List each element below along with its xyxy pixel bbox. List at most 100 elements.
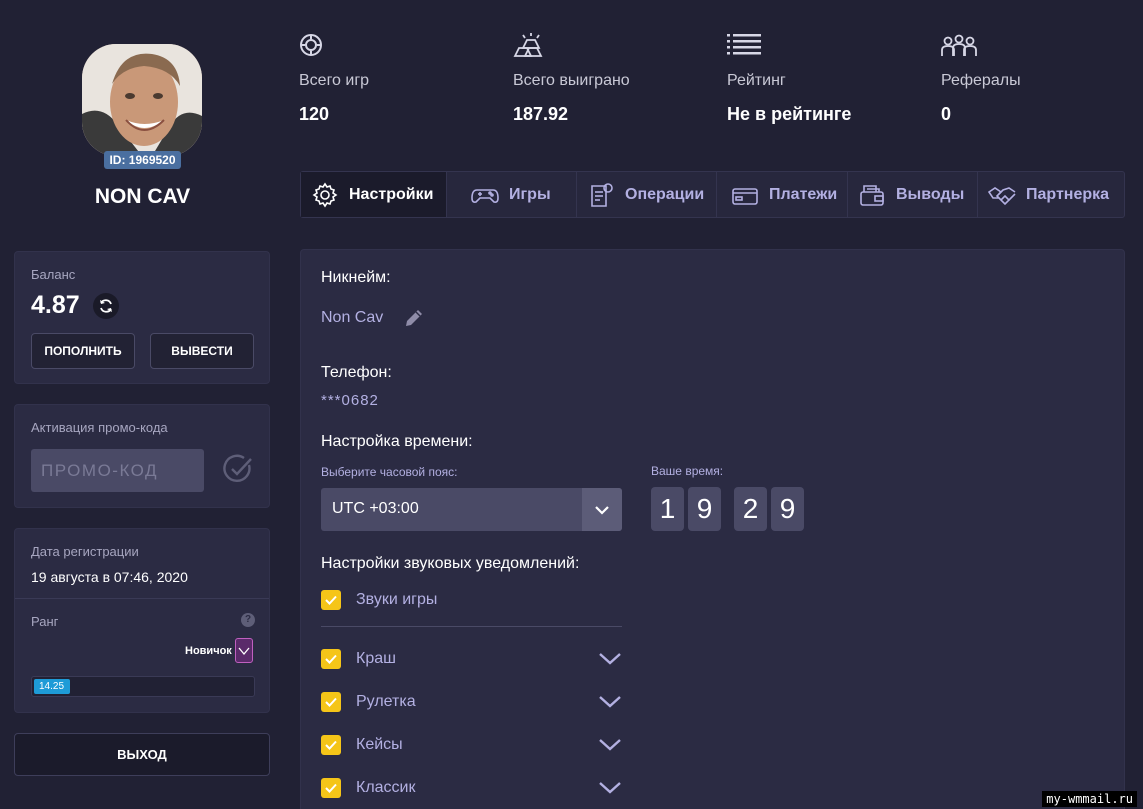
stat-label: Рейтинг: [727, 72, 786, 89]
stat-label: Рефералы: [941, 72, 1021, 89]
logout-button[interactable]: ВЫХОД: [14, 733, 270, 776]
user-info-card: Дата регистрации 19 августа в 07:46, 202…: [14, 528, 270, 713]
refresh-icon: [100, 299, 112, 313]
chevron-down-icon[interactable]: [599, 735, 621, 755]
withdraw-button[interactable]: ВЫВЕСТИ: [150, 333, 254, 369]
time-settings-title: Настройка времени:: [321, 433, 473, 450]
sound-option-label: Звуки игры: [356, 591, 438, 608]
checkbox-checked[interactable]: [321, 692, 341, 712]
stat-label: Всего игр: [299, 72, 370, 89]
stat-label: Всего выиграно: [513, 72, 630, 89]
edit-pencil-icon[interactable]: [403, 307, 425, 329]
checkbox-checked[interactable]: [321, 778, 341, 798]
balance-label: Баланс: [31, 267, 76, 282]
time-digit-minute-tens: 2: [734, 487, 767, 531]
wallet-icon: [732, 187, 758, 205]
stat-total-won: Всего выиграно 187.92: [513, 32, 713, 125]
sound-settings-title: Настройки звуковых уведомлений:: [321, 555, 580, 572]
checkbox-checked[interactable]: [321, 590, 341, 610]
chevron-down-icon: [582, 488, 622, 531]
sound-option-cases[interactable]: Кейсы: [321, 734, 621, 756]
balance-card: Баланс 4.87 ПОПОЛНИТЬ ВЫВЕСТИ: [14, 251, 270, 384]
tab-partners[interactable]: Партнерка: [978, 172, 1124, 217]
sound-option-label: Краш: [356, 650, 396, 667]
gear-icon: [312, 182, 338, 207]
watermark: my-wmmail.ru: [1042, 791, 1137, 807]
avatar-image: [82, 44, 202, 156]
sound-option-label: Классик: [356, 779, 416, 796]
promo-card: Активация промо-кода: [14, 404, 270, 508]
tab-withdrawals[interactable]: Выводы: [848, 172, 978, 217]
time-digit-hour-ones: 9: [688, 487, 721, 531]
user-id-badge: ID: 1969520: [104, 151, 181, 169]
stat-value: 187.92: [513, 104, 569, 124]
sound-option-crash[interactable]: Краш: [321, 648, 621, 670]
divider: [321, 626, 622, 627]
rank-name: Новичок: [185, 645, 232, 657]
gold-bars-icon: [513, 33, 543, 57]
promo-code-input[interactable]: [31, 449, 204, 492]
registration-label: Дата регистрации: [31, 544, 139, 559]
timezone-label: Выберите часовой пояс:: [321, 465, 458, 479]
checkbox-checked[interactable]: [321, 735, 341, 755]
tab-label: Игры: [509, 185, 551, 203]
settings-panel: Никнейм: Non Cav Телефон: ***0682 Настро…: [300, 249, 1125, 809]
balance-value: 4.87: [31, 291, 80, 319]
timezone-select[interactable]: UTC +03:00: [321, 488, 622, 531]
registration-date: 19 августа в 07:46, 2020: [31, 569, 188, 585]
nickname-title: Никнейм:: [321, 269, 391, 286]
chevron-down-icon[interactable]: [599, 778, 621, 798]
profile-tabs: Настройки Игры Операции Платежи Выводы П…: [300, 171, 1125, 218]
rank-progress-bar: 14.25: [31, 676, 255, 697]
stat-value: Не в рейтинге: [727, 104, 852, 124]
cash-out-icon: [860, 184, 884, 206]
tab-settings[interactable]: Настройки: [301, 172, 447, 217]
stat-rating: Рейтинг Не в рейтинге: [727, 32, 927, 125]
handshake-icon: [988, 186, 1016, 205]
tab-games[interactable]: Игры: [447, 172, 577, 217]
tab-label: Платежи: [769, 185, 838, 203]
divider: [15, 598, 269, 599]
phone-title: Телефон:: [321, 364, 392, 381]
rank-progress-fill: 14.25: [34, 679, 70, 694]
sound-option-classic[interactable]: Классик: [321, 777, 621, 799]
time-digit-minute-ones: 9: [771, 487, 804, 531]
sound-option-label: Рулетка: [356, 693, 416, 710]
tab-label: Операции: [625, 185, 705, 203]
tab-label: Партнерка: [1026, 185, 1110, 203]
tab-label: Настройки: [349, 185, 434, 203]
receipt-icon: [591, 182, 613, 207]
help-icon[interactable]: ?: [241, 613, 255, 627]
your-time-label: Ваше время:: [651, 464, 724, 478]
phone-value: ***0682: [321, 392, 379, 409]
check-circle-icon[interactable]: [222, 453, 254, 485]
checkbox-checked[interactable]: [321, 649, 341, 669]
tab-operations[interactable]: Операции: [577, 172, 717, 217]
tab-payments[interactable]: Платежи: [717, 172, 848, 217]
gamepad-icon: [471, 188, 499, 203]
list-icon: [727, 34, 761, 55]
refresh-balance-button[interactable]: [93, 293, 119, 319]
rank-badge-icon: [235, 638, 253, 663]
promo-label: Активация промо-кода: [31, 420, 168, 435]
stat-total-games: Всего игр 120: [299, 32, 499, 125]
nickname-value: Non Cav: [321, 309, 384, 326]
rank-label: Ранг: [31, 614, 59, 629]
sound-option-label: Кейсы: [356, 736, 403, 753]
chevron-down-icon[interactable]: [599, 692, 621, 712]
deposit-button[interactable]: ПОПОЛНИТЬ: [31, 333, 135, 369]
timezone-value: UTC +03:00: [332, 500, 419, 517]
sound-option-roulette[interactable]: Рулетка: [321, 691, 621, 713]
time-digit-hour-tens: 1: [651, 487, 684, 531]
chip-icon: [300, 34, 322, 56]
tab-label: Выводы: [896, 185, 965, 203]
username: NON CAV: [94, 185, 191, 208]
avatar: [82, 44, 202, 156]
users-icon: [941, 34, 977, 56]
chevron-down-icon[interactable]: [599, 649, 621, 669]
sound-option-game-sounds[interactable]: Звуки игры: [321, 589, 621, 611]
stat-value: 120: [299, 104, 330, 124]
stat-value: 0: [941, 104, 952, 124]
avatar-block: ID: 1969520: [82, 44, 202, 169]
stat-referrals: Рефералы 0: [941, 32, 1141, 125]
